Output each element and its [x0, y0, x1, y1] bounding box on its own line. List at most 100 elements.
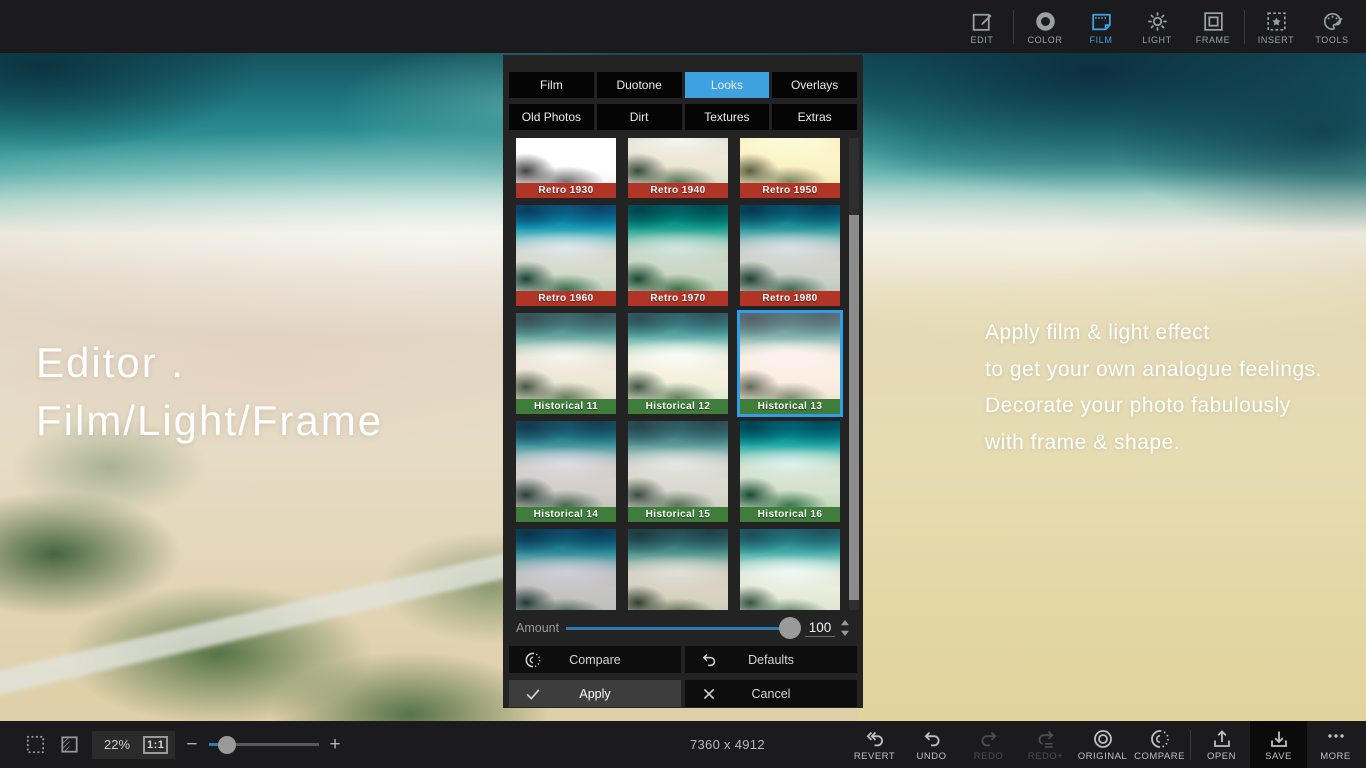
filter-thumb-tint — [628, 205, 728, 291]
tab-duotone[interactable]: Duotone — [597, 72, 682, 98]
filter-thumb-retro-1970[interactable]: Retro 1970 — [628, 205, 728, 306]
filter-thumb-retro-1960[interactable]: Retro 1960 — [516, 205, 616, 306]
amount-slider-thumb[interactable] — [779, 617, 801, 639]
cancel-button[interactable]: Cancel — [685, 680, 857, 707]
more-icon — [1324, 727, 1348, 751]
topbar-item-light[interactable]: LIGHT — [1129, 9, 1185, 45]
frame-icon — [1201, 9, 1226, 34]
zoom-level-value: 22% — [99, 737, 135, 752]
divider — [1013, 10, 1014, 44]
statusbar-action-undo[interactable]: UNDO — [903, 721, 960, 768]
beach-path — [0, 541, 565, 699]
filter-thumb-label: Historical 11 — [516, 399, 616, 414]
statusbar-action-open[interactable]: OPEN — [1193, 721, 1250, 768]
zoom-one-to-one-button[interactable]: 1:1 — [143, 736, 168, 754]
amount-spinner[interactable] — [840, 618, 852, 638]
filter-thumb-label: Retro 1970 — [628, 291, 728, 306]
filter-thumb[interactable] — [516, 529, 616, 610]
statusbar-action-revert[interactable]: REVERT — [846, 721, 903, 768]
filter-thumbnail-list: Retro 1930 Retro 1940 Retro 1950 Retro 1… — [503, 138, 863, 610]
statusbar: 22% 1:1 − + 7360 x 4912 REVERT UNDO REDO… — [0, 721, 1366, 768]
topbar-item-label: FILM — [1090, 35, 1113, 45]
topbar-item-label: LIGHT — [1142, 35, 1172, 45]
statusbar-action-label: MORE — [1320, 751, 1351, 762]
caption-line: Editor . — [36, 334, 383, 392]
filter-thumb-label: Retro 1960 — [516, 291, 616, 306]
filter-thumb-tint — [516, 529, 616, 610]
topbar-item-frame[interactable]: FRAME — [1185, 9, 1241, 45]
topbar-item-insert[interactable]: INSERT — [1248, 9, 1304, 45]
zoom-out-button[interactable]: − — [186, 735, 197, 754]
filter-thumb-historical-11[interactable]: Historical 11 — [516, 313, 616, 414]
filter-thumb-retro-1940[interactable]: Retro 1940 — [628, 138, 728, 198]
statusbar-action-label: SAVE — [1265, 751, 1292, 762]
filter-thumb-historical-14[interactable]: Historical 14 — [516, 421, 616, 522]
amount-slider-track — [566, 627, 793, 630]
filter-thumb-tint — [516, 421, 616, 507]
statusbar-action-more[interactable]: MORE — [1307, 721, 1364, 768]
divider — [1190, 730, 1191, 760]
amount-slider[interactable] — [566, 615, 797, 641]
tab-film[interactable]: Film — [509, 72, 594, 98]
statusbar-action-label: REDO — [974, 751, 1003, 762]
tab-textures[interactable]: Textures — [685, 104, 770, 130]
filter-thumb-retro-1980[interactable]: Retro 1980 — [740, 205, 840, 306]
filter-thumb[interactable] — [740, 529, 840, 610]
filter-thumb-label: Historical 13 — [740, 399, 840, 414]
statusbar-action-redo[interactable]: REDO+ — [1017, 721, 1074, 768]
scrollbar-thumb[interactable] — [849, 215, 859, 600]
topbar-item-film[interactable]: FILM — [1073, 9, 1129, 45]
original-icon — [1091, 727, 1115, 751]
filter-thumb-label: Retro 1940 — [628, 183, 728, 198]
topbar-item-label: INSERT — [1258, 35, 1294, 45]
defaults-button[interactable]: Defaults — [685, 646, 857, 673]
statusbar-action-compare[interactable]: COMPARE — [1131, 721, 1188, 768]
statusbar-actions: REVERT UNDO REDO REDO+ ORIGINAL COMPARE … — [846, 721, 1364, 768]
save-icon — [1267, 727, 1291, 751]
topbar-item-edit[interactable]: EDIT — [954, 9, 1010, 45]
zoom-slider-thumb[interactable] — [218, 736, 236, 754]
topbar-item-label: FRAME — [1196, 35, 1231, 45]
category-tabs: FilmDuotoneLooksOverlays Old PhotosDirtTe… — [509, 72, 857, 130]
revert-icon — [863, 727, 887, 751]
divider — [1244, 10, 1245, 44]
tools-icon — [1320, 9, 1345, 34]
filter-thumb-tint — [740, 421, 840, 507]
panel-button-label: Defaults — [685, 646, 857, 673]
filter-thumb-historical-15[interactable]: Historical 15 — [628, 421, 728, 522]
statusbar-action-label: UNDO — [917, 751, 947, 762]
filter-thumb-historical-12[interactable]: Historical 12 — [628, 313, 728, 414]
zoom-level-box: 22% 1:1 — [92, 731, 175, 759]
panel-button-label: Compare — [509, 646, 681, 673]
marquee-select-icon[interactable] — [24, 733, 47, 756]
statusbar-action-redo[interactable]: REDO — [960, 721, 1017, 768]
filter-thumb[interactable] — [628, 529, 728, 610]
spinner-arrows-icon — [840, 618, 850, 638]
statusbar-action-original[interactable]: ORIGINAL — [1074, 721, 1131, 768]
amount-value[interactable]: 100 — [805, 620, 835, 637]
zoom-slider[interactable] — [209, 735, 319, 755]
filter-thumb-historical-16[interactable]: Historical 16 — [740, 421, 840, 522]
caption-line: to get your own analogue feelings. — [985, 352, 1322, 389]
tab-looks[interactable]: Looks — [685, 72, 770, 98]
filter-thumb-historical-13[interactable]: Historical 13 — [740, 313, 840, 414]
tab-old-photos[interactable]: Old Photos — [509, 104, 594, 130]
film-looks-panel: FilmDuotoneLooksOverlays Old PhotosDirtTe… — [503, 55, 863, 708]
zoom-in-button[interactable]: + — [330, 735, 341, 754]
tab-overlays[interactable]: Overlays — [772, 72, 857, 98]
compare-button[interactable]: Compare — [509, 646, 681, 673]
topbar-item-color[interactable]: COLOR — [1017, 9, 1073, 45]
filter-thumb-retro-1930[interactable]: Retro 1930 — [516, 138, 616, 198]
statusbar-action-save[interactable]: SAVE — [1250, 721, 1307, 768]
split-view-icon[interactable] — [58, 733, 81, 756]
filter-thumbnail-grid: Retro 1930 Retro 1940 Retro 1950 Retro 1… — [516, 138, 840, 610]
scrollbar[interactable] — [849, 138, 859, 610]
topbar-item-tools[interactable]: TOOLS — [1304, 9, 1360, 45]
filter-thumb-tint — [740, 138, 840, 183]
apply-button[interactable]: Apply — [509, 680, 681, 707]
topbar-item-label: EDIT — [971, 35, 994, 45]
tab-dirt[interactable]: Dirt — [597, 104, 682, 130]
tab-extras[interactable]: Extras — [772, 104, 857, 130]
caption-line: with frame & shape. — [985, 425, 1322, 462]
filter-thumb-retro-1950[interactable]: Retro 1950 — [740, 138, 840, 198]
